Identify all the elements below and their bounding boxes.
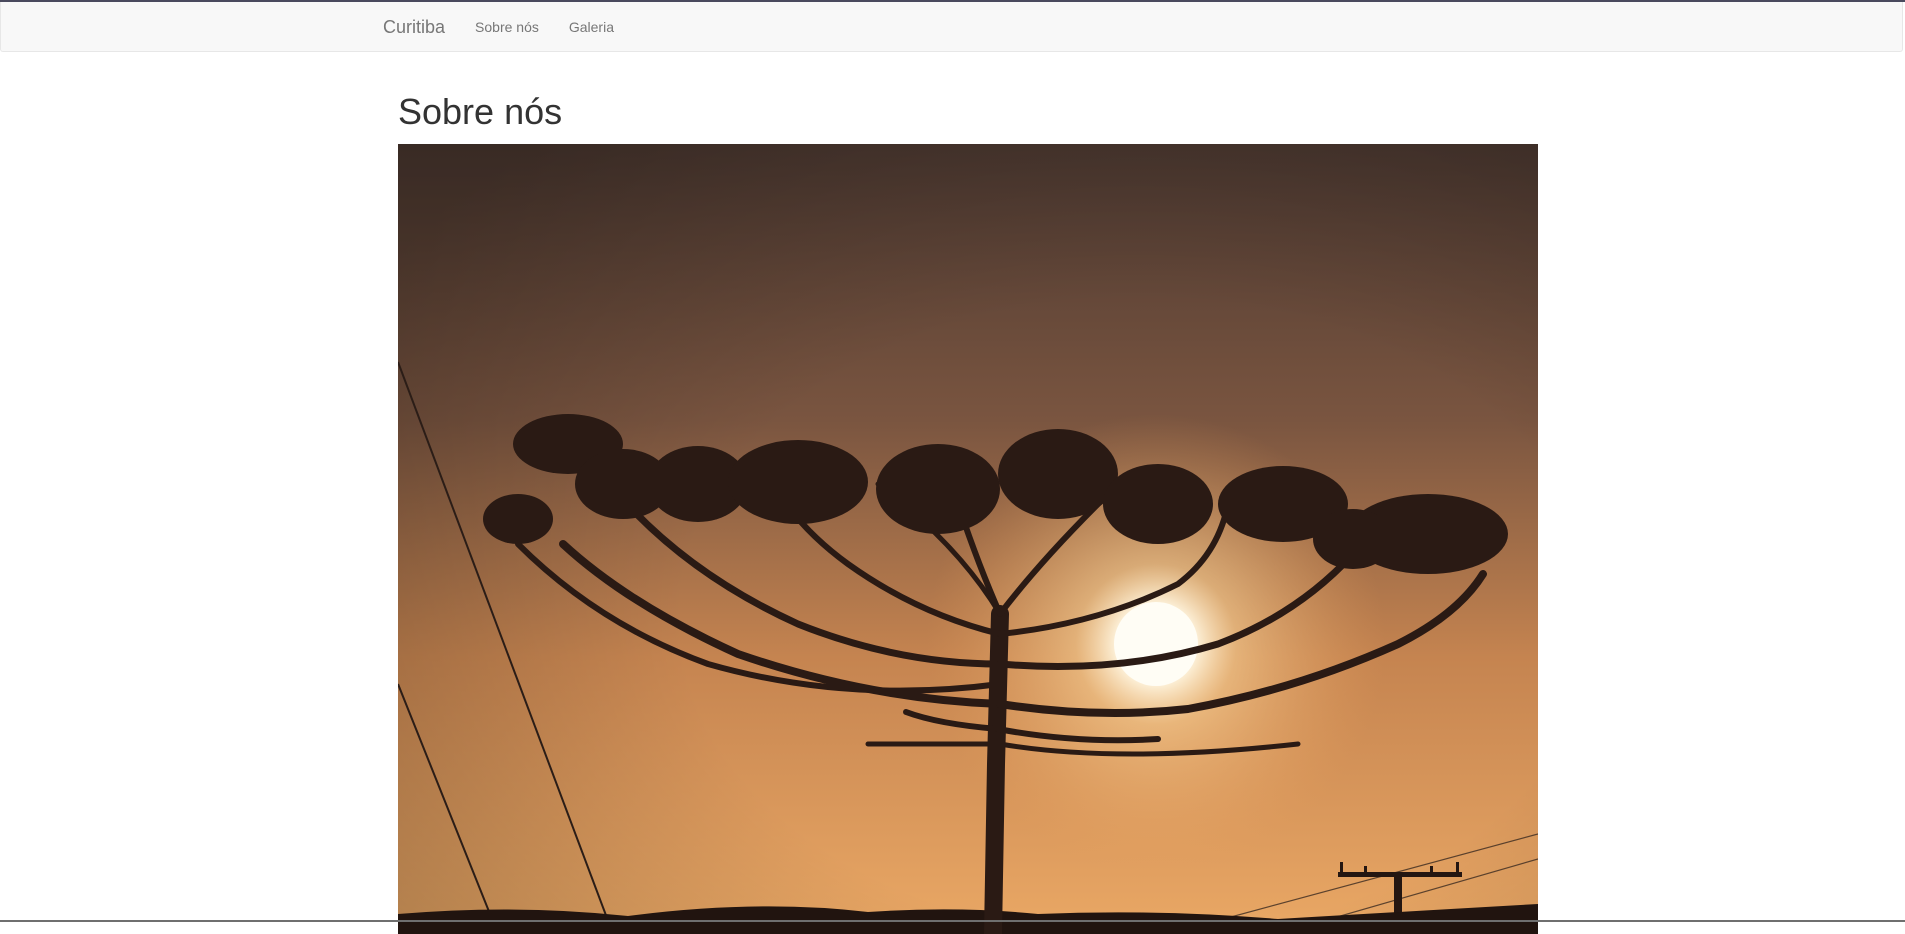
hero-image (398, 144, 1538, 934)
top-navbar: Curitiba Sobre nós Galeria (0, 2, 1903, 52)
araucaria-sunset-illustration (398, 144, 1538, 934)
nav-link-sobre-nos[interactable]: Sobre nós (460, 2, 554, 52)
page-title: Sobre nós (398, 91, 563, 132)
nav-link-galeria[interactable]: Galeria (554, 2, 629, 52)
brand-link[interactable]: Curitiba (371, 2, 460, 52)
navbar-container: Curitiba Sobre nós Galeria (371, 2, 629, 52)
main-content: Sobre nós (398, 52, 1538, 934)
